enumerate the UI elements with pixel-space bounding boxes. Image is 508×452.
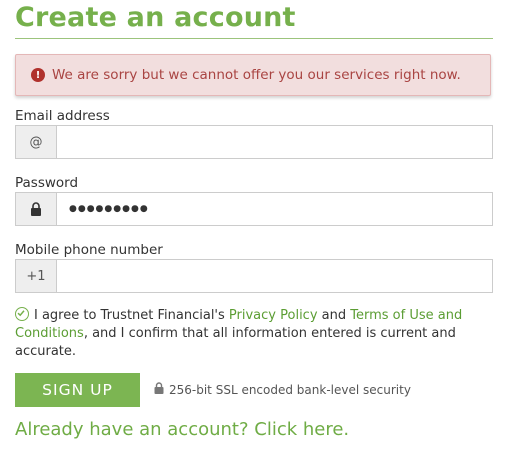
security-note: 256-bit SSL encoded bank-level security xyxy=(154,382,411,397)
lock-icon xyxy=(154,382,164,397)
phone-label: Mobile phone number xyxy=(15,242,163,258)
password-field-group xyxy=(15,192,493,226)
password-label: Password xyxy=(15,175,79,191)
phone-field[interactable] xyxy=(57,260,492,292)
email-field[interactable] xyxy=(57,126,492,158)
password-field[interactable] xyxy=(57,193,492,225)
page-title: Create an account xyxy=(15,2,296,33)
lock-icon xyxy=(16,193,57,225)
at-sign-addon: @ xyxy=(16,126,57,158)
sign-up-button[interactable]: SIGN UP xyxy=(15,373,140,407)
security-text: 256-bit SSL encoded bank-level security xyxy=(169,382,411,397)
email-field-group: @ xyxy=(15,125,493,159)
error-alert: ! We are sorry but we cannot offer you o… xyxy=(15,54,491,96)
login-link[interactable]: Already have an account? Click here. xyxy=(15,419,349,440)
privacy-policy-link[interactable]: Privacy Policy xyxy=(229,308,318,323)
phone-field-group: +1 xyxy=(15,259,493,293)
exclamation-circle-icon: ! xyxy=(31,68,45,82)
country-code-addon: +1 xyxy=(16,260,57,292)
terms-agreement: I agree to Trustnet Financial's Privacy … xyxy=(15,307,485,361)
check-circle-icon[interactable] xyxy=(15,307,29,321)
agreement-and: and xyxy=(317,308,351,323)
title-divider xyxy=(15,38,493,39)
agreement-prefix: I agree to Trustnet Financial's xyxy=(34,308,229,323)
email-label: Email address xyxy=(15,108,110,124)
alert-message: We are sorry but we cannot offer you our… xyxy=(52,67,461,83)
